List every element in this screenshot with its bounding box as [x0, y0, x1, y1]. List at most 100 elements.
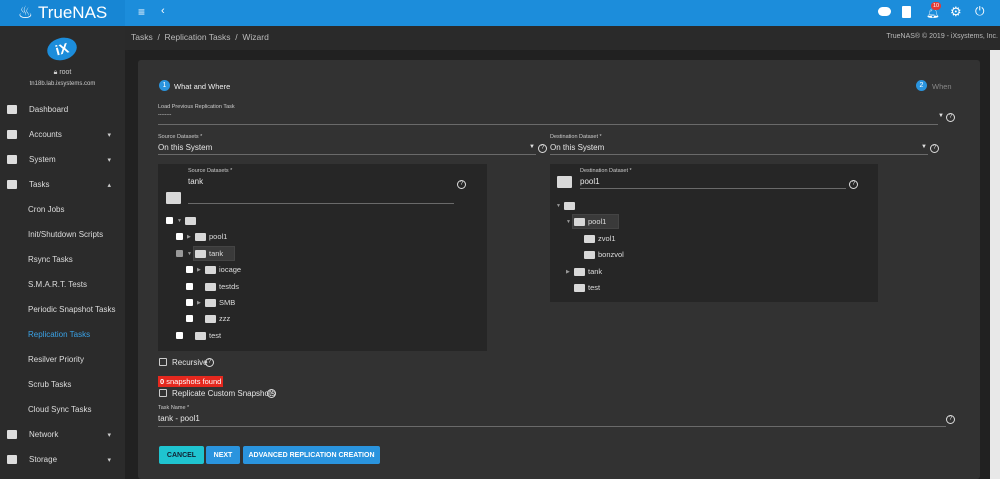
breadcrumb-bar: Tasks / Replication Tasks / Wizard TrueN…: [125, 26, 1000, 50]
sidebar-item-s-m-a-r-t-tests[interactable]: S.M.A.R.T. Tests: [0, 272, 125, 297]
laptop-icon: [7, 155, 17, 164]
sidebar-item-storage[interactable]: Storage ▾: [0, 447, 125, 472]
tree-node[interactable]: test: [550, 282, 850, 294]
step-2-label[interactable]: When: [932, 82, 952, 91]
help-icon[interactable]: ?: [946, 113, 955, 122]
expand-toggle-icon[interactable]: ▶: [197, 300, 201, 306]
folder-icon: [195, 233, 206, 242]
help-icon[interactable]: ?: [849, 180, 858, 189]
folder-icon: [205, 266, 216, 275]
cancel-button[interactable]: CANCEL: [159, 446, 204, 464]
task-name-input[interactable]: tank - pool1: [158, 411, 946, 427]
sidebar-item-accounts[interactable]: Accounts ▾: [0, 122, 125, 147]
source-path-input[interactable]: tank: [188, 177, 203, 186]
expand-toggle-icon[interactable]: ▼: [556, 203, 561, 209]
step-1-label[interactable]: What and Where: [174, 82, 230, 91]
gear-icon[interactable]: ⚙: [950, 4, 962, 20]
folder-icon: [205, 315, 216, 324]
tree-node-label: test: [588, 283, 601, 292]
tree-node[interactable]: ▶ SMB: [158, 297, 458, 309]
chevron-icon: ▴: [107, 181, 111, 189]
dropdown-arrow-icon: ▼: [529, 144, 535, 150]
expand-toggle-icon[interactable]: ▼: [566, 219, 571, 225]
tree-node[interactable]: zzz: [158, 313, 458, 325]
sidebar-item-network[interactable]: Network ▾: [0, 422, 125, 447]
load-previous-select[interactable]: -------- ▼: [158, 110, 946, 125]
tree-checkbox[interactable]: [176, 249, 183, 257]
sidebar-item-cron-jobs[interactable]: Cron Jobs: [0, 197, 125, 222]
tree-node[interactable]: ▶ pool1: [158, 231, 458, 243]
tree-checkbox[interactable]: [166, 217, 173, 224]
breadcrumb-replication-tasks[interactable]: Replication Tasks: [165, 32, 231, 42]
folder-icon: [195, 331, 206, 340]
help-icon[interactable]: ?: [946, 415, 955, 424]
cloud-icon[interactable]: [878, 7, 891, 16]
expand-toggle-icon[interactable]: ▶: [187, 234, 191, 240]
tree-node[interactable]: ▼ tank: [158, 245, 458, 261]
help-icon[interactable]: ?: [205, 358, 214, 367]
tree-node[interactable]: test: [158, 330, 458, 342]
sidebar-item-dashboard[interactable]: Dashboard: [0, 97, 125, 122]
tree-checkbox[interactable]: [186, 315, 193, 323]
copyright: TrueNAS® © 2019 - iXsystems, Inc.: [886, 33, 998, 40]
help-icon[interactable]: ?: [538, 144, 547, 153]
clipboard-icon[interactable]: [902, 6, 911, 18]
tree-checkbox[interactable]: [186, 282, 193, 290]
folder-icon: [195, 249, 206, 258]
expand-toggle-icon[interactable]: ▶: [566, 269, 570, 275]
top-bar: ♨ TrueNAS ≡ ‹ 🔔︎ 10 ⚙ ⏻: [0, 0, 1000, 26]
tree-checkbox[interactable]: [176, 233, 183, 241]
help-icon[interactable]: ?: [457, 180, 466, 189]
tree-node[interactable]: ▶ tank: [550, 266, 850, 278]
folder-icon: [574, 218, 585, 227]
sidebar-item-periodic-snapshot-tasks[interactable]: Periodic Snapshot Tasks: [0, 297, 125, 322]
tree-checkbox[interactable]: [186, 266, 193, 274]
breadcrumb-tasks[interactable]: Tasks: [131, 32, 153, 42]
help-icon[interactable]: ?: [930, 144, 939, 153]
back-chevron-icon[interactable]: ‹: [161, 5, 165, 17]
ix-logo: iX: [44, 34, 80, 64]
snapshots-found-badge: 0 snapshots found: [158, 376, 224, 387]
recursive-checkbox[interactable]: [159, 358, 167, 366]
flame-icon: ♨: [17, 3, 33, 22]
tree-node-label: pool1: [209, 232, 228, 242]
advanced-replication-button[interactable]: ADVANCED REPLICATION CREATION: [243, 446, 380, 464]
folder-icon: [557, 176, 572, 188]
destination-path-input[interactable]: pool1: [580, 177, 600, 186]
recursive-label: Recursive: [172, 358, 208, 367]
sidebar-item-tasks[interactable]: Tasks ▴: [0, 172, 125, 197]
tree-checkbox[interactable]: [176, 331, 183, 339]
truenas-logo[interactable]: ♨ TrueNAS: [0, 0, 125, 26]
source-select[interactable]: On this System ▼: [158, 140, 538, 155]
tree-node[interactable]: ▼: [158, 215, 458, 227]
sidebar-item-scrub-tasks[interactable]: Scrub Tasks: [0, 372, 125, 397]
tree-node-label: pool1: [588, 217, 607, 227]
tree-node[interactable]: zvol1: [550, 233, 850, 245]
expand-toggle-icon[interactable]: ▶: [197, 267, 201, 273]
folder-icon: [574, 267, 585, 276]
folder-icon: [564, 202, 575, 210]
sidebar-item-rsync-tasks[interactable]: Rsync Tasks: [0, 247, 125, 272]
sidebar-item-replication-tasks[interactable]: Replication Tasks: [0, 322, 125, 347]
sidebar-item-cloud-sync-tasks[interactable]: Cloud Sync Tasks: [0, 397, 125, 422]
help-icon[interactable]: ?: [267, 389, 276, 398]
tree-checkbox[interactable]: [186, 299, 193, 306]
replicate-custom-checkbox[interactable]: [159, 389, 167, 397]
tree-node[interactable]: ▶ iocage: [158, 264, 458, 276]
tree-node[interactable]: bonzvol: [550, 249, 850, 261]
sidebar-item-resilver-priority[interactable]: Resilver Priority: [0, 347, 125, 372]
sidebar-item-system[interactable]: System ▾: [0, 147, 125, 172]
menu-icon[interactable]: ≡: [138, 5, 145, 19]
tree-node[interactable]: ▼: [550, 200, 850, 212]
storage-icon: [7, 455, 17, 464]
tree-node[interactable]: ▼ pool1: [550, 214, 850, 230]
next-button[interactable]: NEXT: [206, 446, 240, 464]
expand-toggle-icon[interactable]: ▼: [187, 251, 192, 257]
power-icon[interactable]: ⏻: [975, 4, 985, 19]
tree-node[interactable]: testds: [158, 281, 458, 293]
sidebar-item-init-shutdown-scripts[interactable]: Init/Shutdown Scripts: [0, 222, 125, 247]
expand-toggle-icon[interactable]: ▼: [177, 218, 182, 224]
destination-select[interactable]: On this System ▼: [550, 140, 930, 155]
username: root: [59, 69, 72, 76]
scrollbar[interactable]: [990, 50, 1000, 479]
